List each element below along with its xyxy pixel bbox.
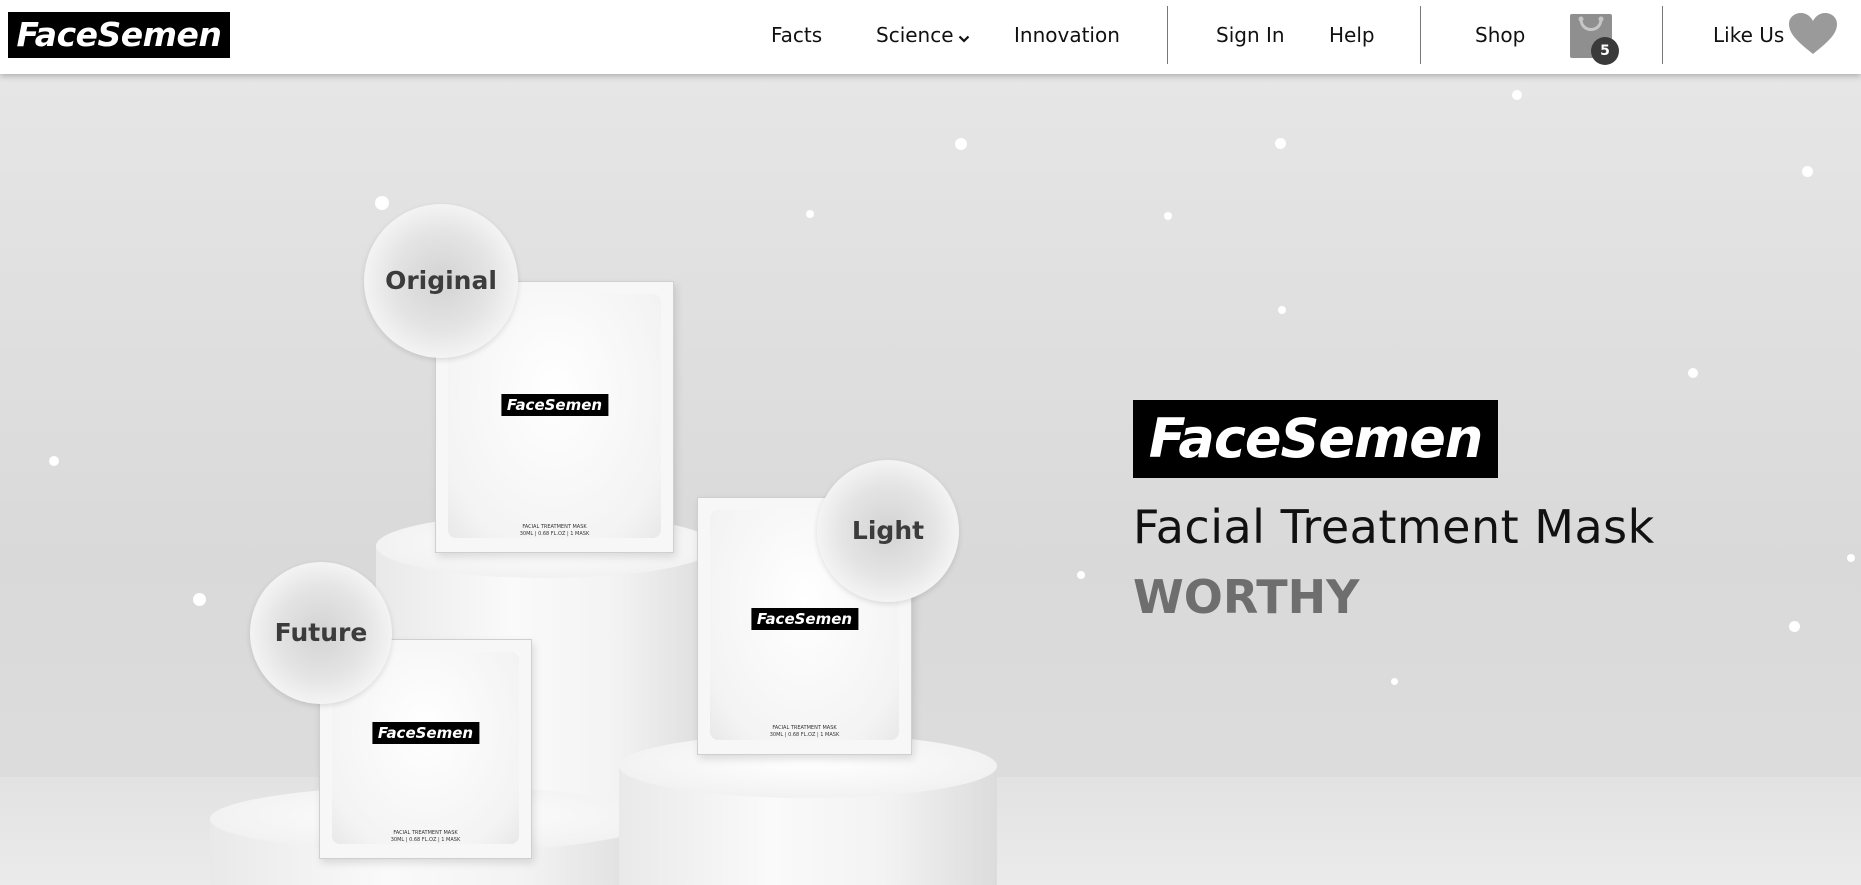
nav-link-like-us[interactable]: Like Us: [1713, 22, 1784, 48]
hero-banner: FaceSemen FACIAL TREATMENT MASK 30ML | 0…: [0, 74, 1861, 885]
packet-fine-print: 30ML | 0.68 FL.OZ | 1 MASK: [519, 531, 590, 537]
nav-link-sign-in[interactable]: Sign In: [1216, 22, 1285, 48]
hero-subhead: WORTHY: [1133, 570, 1360, 624]
nav-link-science[interactable]: Science: [876, 22, 970, 48]
sparkle: [955, 138, 967, 150]
packet-fine-print: 30ML | 0.68 FL.OZ | 1 MASK: [390, 837, 461, 843]
site-logo[interactable]: FaceSemen: [8, 12, 230, 58]
sparkle: [1275, 138, 1286, 149]
packet-logo: FaceSemen: [371, 722, 480, 744]
nav-divider: [1420, 6, 1421, 64]
packet-logo: FaceSemen: [750, 608, 859, 630]
sparkle: [1847, 554, 1855, 562]
sparkle: [375, 196, 389, 210]
nav-link-help[interactable]: Help: [1329, 22, 1375, 48]
product-label-light[interactable]: Light: [817, 460, 959, 602]
sparkle: [1688, 368, 1698, 378]
product-label-original[interactable]: Original: [364, 204, 518, 358]
sparkle: [49, 456, 59, 466]
nav-link-innovation[interactable]: Innovation: [1014, 22, 1120, 48]
nav-link-facts[interactable]: Facts: [771, 22, 822, 48]
top-navigation-bar: FaceSemen Facts Science Innovation Sign …: [0, 0, 1861, 74]
packet-logo: FaceSemen: [500, 394, 609, 416]
sparkle: [1164, 212, 1172, 220]
sparkle: [1789, 621, 1800, 632]
nav-link-shop[interactable]: Shop: [1475, 22, 1525, 48]
chevron-down-icon: [958, 24, 970, 50]
sparkle: [1512, 90, 1522, 100]
packet-fine-print: FACIAL TREATMENT MASK: [772, 725, 837, 731]
sparkle: [1391, 678, 1398, 685]
heart-icon[interactable]: [1788, 12, 1838, 56]
shopping-cart-button[interactable]: 5: [1569, 11, 1619, 65]
packet-fine-print: 30ML | 0.68 FL.OZ | 1 MASK: [769, 732, 840, 738]
nav-divider: [1662, 6, 1663, 64]
packet-fine-print: FACIAL TREATMENT MASK: [393, 830, 458, 836]
nav-divider: [1167, 6, 1168, 64]
product-label-future[interactable]: Future: [250, 562, 392, 704]
hero-brand-logo: FaceSemen: [1133, 400, 1498, 478]
nav-link-science-label: Science: [876, 23, 954, 47]
packet-fine-print: FACIAL TREATMENT MASK: [522, 524, 587, 530]
sparkle: [1278, 306, 1286, 314]
sparkle: [806, 210, 814, 218]
hero-headline: Facial Treatment Mask: [1133, 500, 1655, 554]
cart-count-badge: 5: [1591, 37, 1619, 65]
sparkle: [1077, 571, 1085, 579]
sparkle: [1802, 166, 1813, 177]
sparkle: [193, 593, 206, 606]
